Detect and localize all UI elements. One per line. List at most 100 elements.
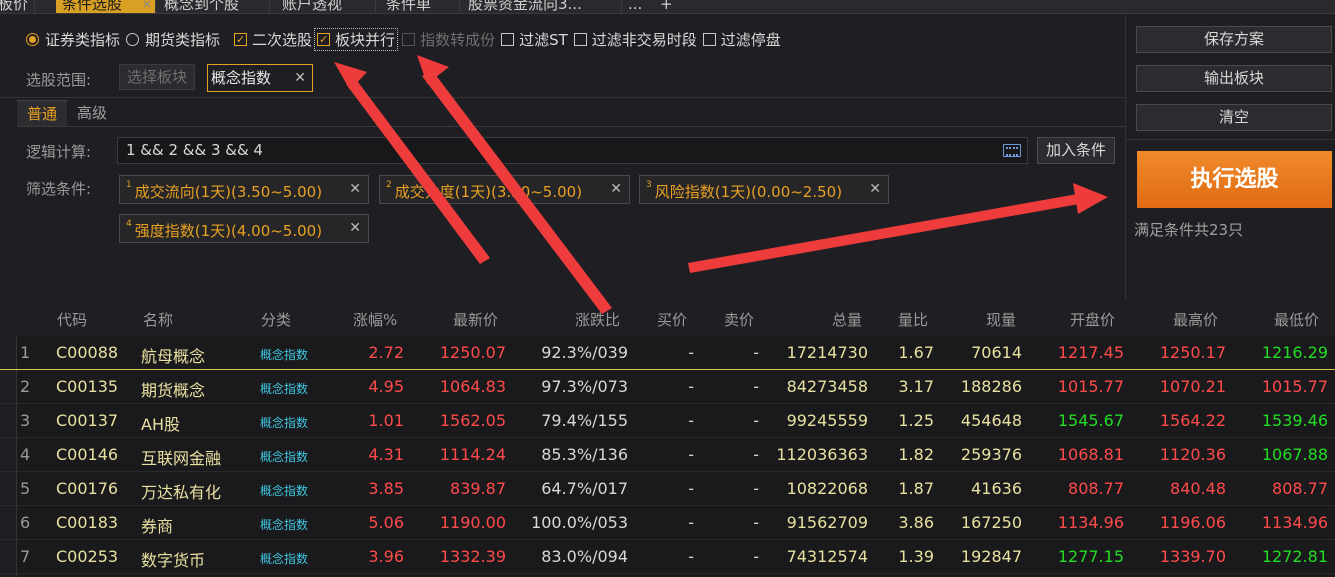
cell-chg: 3.85 bbox=[368, 479, 404, 498]
cell-cur: 167250 bbox=[960, 513, 1022, 532]
close-icon[interactable]: ✕ bbox=[349, 215, 361, 242]
checkbox-index-to-components[interactable]: 指数转成份 bbox=[402, 29, 495, 50]
tab-condition-order[interactable]: 条件单 bbox=[380, 0, 460, 13]
table-row[interactable]: 4 C00146 互联网金融 概念指数 4.31 1114.24 85.3%/136- -11… bbox=[0, 438, 1335, 472]
tab-concept-to-stock[interactable]: 概念到个股 bbox=[158, 0, 270, 13]
header-name[interactable]: 名称 bbox=[143, 309, 173, 330]
tab-advanced[interactable]: 高级 bbox=[67, 100, 117, 126]
header-volume-ratio[interactable]: 量比 bbox=[898, 309, 928, 330]
checkbox-filter-nontrading[interactable]: 过滤非交易时段 bbox=[573, 29, 697, 50]
cell-sell: - bbox=[753, 547, 759, 566]
cell-high: 1250.17 bbox=[1159, 343, 1226, 362]
table-row[interactable]: 1 C00088 航母概念 概念指数 2.72 1250.07 92.3%/039 - - 172… bbox=[0, 336, 1335, 370]
tab-more[interactable]: ... bbox=[622, 0, 648, 13]
cell-sell: - bbox=[753, 343, 759, 362]
table-row[interactable]: 6 C00183 券商 概念指数 5.06 1190.00 100.0%/053 - - 9156… bbox=[0, 506, 1335, 540]
close-icon[interactable]: ✕ bbox=[610, 176, 622, 203]
cell-chg: 2.72 bbox=[368, 343, 404, 362]
condition-text: 成交力度(1天)(3.50~5.00) bbox=[394, 183, 583, 201]
cell-cur: 454648 bbox=[960, 411, 1022, 430]
cell-buy: - bbox=[688, 547, 694, 566]
cell-ratio: 92.3%/039 bbox=[541, 343, 628, 362]
close-icon[interactable]: × bbox=[142, 0, 152, 11]
tab-account[interactable]: 账户透视 bbox=[276, 0, 376, 13]
header-ask[interactable]: 卖价 bbox=[724, 309, 754, 330]
cell-price: 1562.05 bbox=[439, 411, 506, 430]
close-icon[interactable]: ✕ bbox=[349, 176, 361, 203]
checkbox-sector-parallel-label: 板块并行 bbox=[335, 30, 396, 49]
cell-ratio: 83.0%/094 bbox=[541, 547, 628, 566]
save-plan-button[interactable]: 保存方案 bbox=[1136, 26, 1332, 53]
logic-input[interactable]: 1 && 2 && 3 && 4 bbox=[117, 137, 1028, 164]
export-sector-button[interactable]: 输出板块 bbox=[1136, 65, 1332, 92]
add-condition-button[interactable]: 加入条件 bbox=[1037, 137, 1115, 164]
table-header: 代码 名称 分类 涨幅% 最新价 涨跌比 买价 卖价 总量 量比 现量 开盘价 … bbox=[0, 300, 1335, 336]
cell-ratio: 100.0%/053 bbox=[531, 513, 628, 532]
cell-vol: 74312574 bbox=[786, 547, 868, 566]
scope-tag[interactable]: 概念指数 ✕ bbox=[207, 64, 313, 92]
cell-vr: 3.86 bbox=[898, 513, 934, 532]
condition-tag[interactable]: 3 风险指数(1天)(0.00~2.50) ✕ bbox=[639, 175, 889, 204]
checkbox-filter-suspended[interactable]: 过滤停盘 bbox=[702, 29, 781, 50]
select-sector-button[interactable]: 选择板块 bbox=[119, 64, 195, 90]
cell-vr: 1.67 bbox=[898, 343, 934, 362]
close-icon[interactable]: ✕ bbox=[869, 176, 881, 203]
header-price[interactable]: 最新价 bbox=[453, 309, 498, 330]
cell-price: 839.87 bbox=[450, 479, 506, 498]
cell-vr: 1.39 bbox=[898, 547, 934, 566]
header-bid[interactable]: 买价 bbox=[657, 309, 687, 330]
condition-tag[interactable]: 4 强度指数(1天)(4.00~5.00) ✕ bbox=[119, 214, 369, 243]
condition-text: 风险指数(1天)(0.00~2.50) bbox=[654, 183, 843, 201]
option-row: 证券类指标 期货类指标 ✓ 二次选股 ✓ 板块并行 指数转成份 过滤ST 过滤非… bbox=[26, 27, 787, 51]
cell-cur: 192847 bbox=[960, 547, 1022, 566]
close-icon[interactable]: ✕ bbox=[294, 65, 306, 91]
radio-securities[interactable]: 证券类指标 bbox=[26, 29, 120, 50]
header-code[interactable]: 代码 bbox=[57, 309, 87, 330]
condition-num: 4 bbox=[126, 219, 132, 229]
execute-select-button[interactable]: 执行选股 bbox=[1137, 151, 1332, 208]
cell-low: 1134.96 bbox=[1261, 513, 1328, 532]
cell-high: 1196.06 bbox=[1159, 513, 1226, 532]
tab-condition-select[interactable]: 条件选股 bbox=[56, 0, 156, 13]
checkbox-filter-st[interactable]: 过滤ST bbox=[501, 29, 568, 50]
header-low[interactable]: 最低价 bbox=[1274, 309, 1319, 330]
header-category[interactable]: 分类 bbox=[261, 309, 291, 330]
check-icon: ✓ bbox=[234, 32, 248, 46]
header-volume[interactable]: 总量 bbox=[832, 309, 862, 330]
condition-tag[interactable]: 1 成交流向(1天)(3.50~5.00) ✕ bbox=[119, 175, 369, 204]
cell-chg: 3.96 bbox=[368, 547, 404, 566]
cell-chg: 4.31 bbox=[368, 445, 404, 464]
condition-panel: 证券类指标 期货类指标 ✓ 二次选股 ✓ 板块并行 指数转成份 过滤ST 过滤非… bbox=[0, 14, 1125, 300]
cell-buy: - bbox=[688, 411, 694, 430]
tab-0[interactable]: 板价 bbox=[0, 0, 36, 13]
condition-tag[interactable]: 2 成交力度(1天)(3.50~5.00) ✕ bbox=[379, 175, 630, 204]
cell-vol: 17214730 bbox=[786, 343, 868, 362]
header-change[interactable]: 涨幅% bbox=[353, 309, 397, 330]
tab-normal[interactable]: 普通 bbox=[17, 100, 67, 126]
header-open[interactable]: 开盘价 bbox=[1070, 309, 1115, 330]
table-row[interactable]: 3 C00137 AH股 概念指数 1.01 1562.05 79.4%/155 - - 9924… bbox=[0, 404, 1335, 438]
tab-add[interactable]: + bbox=[654, 0, 678, 13]
cell-vol: 91562709 bbox=[786, 513, 868, 532]
cell-sell: - bbox=[753, 377, 759, 396]
logic-value: 1 && 2 && 3 && 4 bbox=[126, 141, 263, 159]
header-high[interactable]: 最高价 bbox=[1173, 309, 1218, 330]
keyboard-icon[interactable] bbox=[1003, 144, 1021, 157]
cell-price: 1114.24 bbox=[439, 445, 506, 464]
cell-open: 1217.45 bbox=[1057, 343, 1124, 362]
clear-button[interactable]: 清空 bbox=[1136, 104, 1332, 131]
table-row[interactable]: 7 C00253 数字货币 概念指数 3.96 1332.39 83.0%/094 - - 743… bbox=[0, 540, 1335, 574]
cell-open: 1545.67 bbox=[1057, 411, 1124, 430]
condition-num: 1 bbox=[126, 180, 132, 190]
header-current-volume[interactable]: 现量 bbox=[986, 309, 1016, 330]
cell-buy: - bbox=[688, 513, 694, 532]
checkbox-secondary-select[interactable]: ✓ 二次选股 bbox=[234, 29, 312, 50]
header-ratio[interactable]: 涨跌比 bbox=[575, 309, 620, 330]
table-row[interactable]: 2 C00135 期货概念 概念指数 4.95 1064.83 97.3%/073 - - 842… bbox=[0, 370, 1335, 404]
tab-fund-flow[interactable]: 股票资金流向3... bbox=[462, 0, 622, 13]
divider bbox=[1126, 139, 1335, 140]
table-row[interactable]: 5 C00176 万达私有化 概念指数 3.85 839.87 64.7%/017 - - 108… bbox=[0, 472, 1335, 506]
checkbox-sector-parallel[interactable]: ✓ 板块并行 bbox=[314, 27, 399, 51]
cell-high: 1070.21 bbox=[1159, 377, 1226, 396]
radio-futures[interactable]: 期货类指标 bbox=[126, 29, 220, 50]
